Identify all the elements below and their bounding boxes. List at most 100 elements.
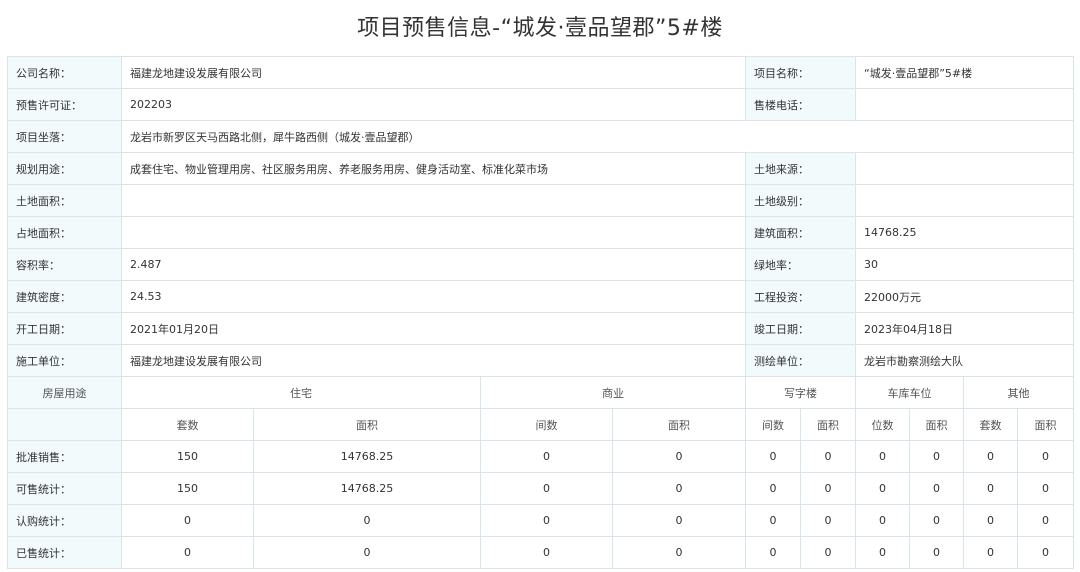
land-source-value <box>854 152 1075 185</box>
stats-cell: 0 <box>121 504 254 537</box>
completion-date-label: 竣工日期： <box>745 312 856 345</box>
info-row-dates: 开工日期： 2021年01月20日 竣工日期： 2023年04月18日 <box>7 312 1075 345</box>
location-label: 项目坐落： <box>7 120 122 153</box>
land-source-label: 土地来源： <box>745 152 856 185</box>
green-ratio-label: 绿地率： <box>745 248 856 281</box>
stats-cell: 0 <box>253 504 481 537</box>
stats-row-available: 可售统计： 150 14768.25 0 0 0 0 0 0 0 0 <box>7 472 1075 505</box>
occupied-area-label: 占地面积： <box>7 216 122 249</box>
land-grade-value <box>854 184 1075 217</box>
company-label: 公司名称： <box>7 56 122 89</box>
occupied-area-value <box>121 216 746 249</box>
location-value: 龙岩市新罗区天马西路北侧，犀牛路西侧（城发·壹品望郡） <box>120 120 1075 153</box>
info-row-units: 施工单位： 福建龙地建设发展有限公司 测绘单位： 龙岩市勘察测绘大队 <box>7 344 1075 377</box>
stats-cell: 0 <box>121 536 254 569</box>
survey-unit-value: 龙岩市勘察测绘大队 <box>854 344 1075 377</box>
stats-cell: 0 <box>253 536 481 569</box>
stats-cell: 0 <box>800 536 856 569</box>
stats-cell: 14768.25 <box>253 472 481 505</box>
group-header-office: 写字楼 <box>745 376 856 409</box>
stats-cell: 0 <box>909 472 964 505</box>
stats-cell: 14768.25 <box>253 440 481 473</box>
project-info-table: 公司名称： 福建龙地建设发展有限公司 项目名称： “城发·壹品望郡”5#楼 预售… <box>7 56 1075 569</box>
project-name-value: “城发·壹品望郡”5#楼 <box>854 56 1075 89</box>
stats-cell: 0 <box>745 536 801 569</box>
stats-cell: 0 <box>612 504 746 537</box>
subheader-cell: 面积 <box>612 408 746 441</box>
stats-cell: 0 <box>745 472 801 505</box>
investment-value: 22000万元 <box>854 280 1075 313</box>
subheader-cell: 面积 <box>1016 408 1075 441</box>
subheader-cell: 间数 <box>480 408 613 441</box>
subheader-cell: 面积 <box>253 408 481 441</box>
info-row-usage: 规划用途： 成套住宅、物业管理用房、社区服务用房、养老服务用房、健身活动室、标准… <box>7 152 1075 185</box>
stats-cell: 0 <box>963 472 1018 505</box>
stats-cell: 0 <box>1016 536 1075 569</box>
stats-cell: 0 <box>800 504 856 537</box>
investment-label: 工程投资： <box>745 280 856 313</box>
permit-value: 202203 <box>121 88 746 121</box>
stats-cell: 0 <box>963 440 1018 473</box>
subheader-blank <box>7 408 122 441</box>
stats-row-label: 认购统计： <box>7 504 122 537</box>
subheader-cell: 位数 <box>855 408 910 441</box>
stats-cell: 0 <box>1016 504 1075 537</box>
stats-subheader-row: 套数 面积 间数 面积 间数 面积 位数 面积 套数 面积 <box>7 408 1075 441</box>
plot-ratio-label: 容积率： <box>7 248 122 281</box>
stats-row-label: 批准销售： <box>7 440 122 473</box>
green-ratio-value: 30 <box>854 248 1075 281</box>
building-density-label: 建筑密度： <box>7 280 122 313</box>
land-area-value <box>121 184 746 217</box>
info-row-building-density: 建筑密度： 24.53 工程投资： 22000万元 <box>7 280 1075 313</box>
info-row-occupied-area: 占地面积： 建筑面积： 14768.25 <box>7 216 1075 249</box>
stats-cell: 0 <box>909 440 964 473</box>
completion-date-value: 2023年04月18日 <box>854 312 1075 345</box>
stats-cell: 0 <box>480 536 613 569</box>
stats-cell: 0 <box>963 536 1018 569</box>
info-row-company: 公司名称： 福建龙地建设发展有限公司 项目名称： “城发·壹品望郡”5#楼 <box>7 56 1075 89</box>
stats-cell: 0 <box>745 504 801 537</box>
info-row-permit: 预售许可证： 202203 售楼电话： <box>7 88 1075 121</box>
info-row-plot-ratio: 容积率： 2.487 绿地率： 30 <box>7 248 1075 281</box>
stats-row-label: 已售统计： <box>7 536 122 569</box>
stats-row-approved: 批准销售： 150 14768.25 0 0 0 0 0 0 0 0 <box>7 440 1075 473</box>
subheader-cell: 套数 <box>963 408 1018 441</box>
subheader-cell: 面积 <box>800 408 856 441</box>
stats-row-label: 可售统计： <box>7 472 122 505</box>
sales-phone-value <box>854 88 1075 121</box>
stats-cell: 0 <box>480 504 613 537</box>
stats-cell: 0 <box>1016 472 1075 505</box>
page-title: 项目预售信息-“城发·壹品望郡”5#楼 <box>357 16 723 41</box>
stats-cell: 150 <box>121 440 254 473</box>
stats-cell: 0 <box>855 504 910 537</box>
start-date-value: 2021年01月20日 <box>121 312 746 345</box>
usage-value: 成套住宅、物业管理用房、社区服务用房、养老服务用房、健身活动室、标准化菜市场 <box>121 152 746 185</box>
info-row-land-area: 土地面积： 土地级别： <box>7 184 1075 217</box>
subheader-cell: 面积 <box>909 408 964 441</box>
construction-unit-value: 福建龙地建设发展有限公司 <box>121 344 746 377</box>
stats-cell: 0 <box>480 472 613 505</box>
stats-row-subscribed: 认购统计： 0 0 0 0 0 0 0 0 0 0 <box>7 504 1075 537</box>
land-grade-label: 土地级别： <box>745 184 856 217</box>
stats-row-sold: 已售统计： 0 0 0 0 0 0 0 0 0 0 <box>7 536 1075 569</box>
subheader-cell: 套数 <box>121 408 254 441</box>
stats-cell: 0 <box>800 472 856 505</box>
permit-label: 预售许可证： <box>7 88 122 121</box>
stats-cell: 0 <box>855 440 910 473</box>
plot-ratio-value: 2.487 <box>121 248 746 281</box>
stats-cell: 0 <box>909 536 964 569</box>
construction-unit-label: 施工单位： <box>7 344 122 377</box>
stats-cell: 0 <box>909 504 964 537</box>
stats-cell: 0 <box>855 536 910 569</box>
building-density-value: 24.53 <box>121 280 746 313</box>
stats-cell: 0 <box>612 472 746 505</box>
group-header-other: 其他 <box>962 376 1075 409</box>
info-row-location: 项目坐落： 龙岩市新罗区天马西路北侧，犀牛路西侧（城发·壹品望郡） <box>7 120 1075 153</box>
stats-cell: 0 <box>800 440 856 473</box>
usage-header: 房屋用途 <box>7 376 122 409</box>
survey-unit-label: 测绘单位： <box>745 344 856 377</box>
group-header-commercial: 商业 <box>480 376 746 409</box>
building-area-value: 14768.25 <box>854 216 1075 249</box>
group-header-garage: 车库车位 <box>855 376 964 409</box>
stats-group-header-row: 房屋用途 住宅 商业 写字楼 车库车位 其他 <box>7 376 1075 409</box>
